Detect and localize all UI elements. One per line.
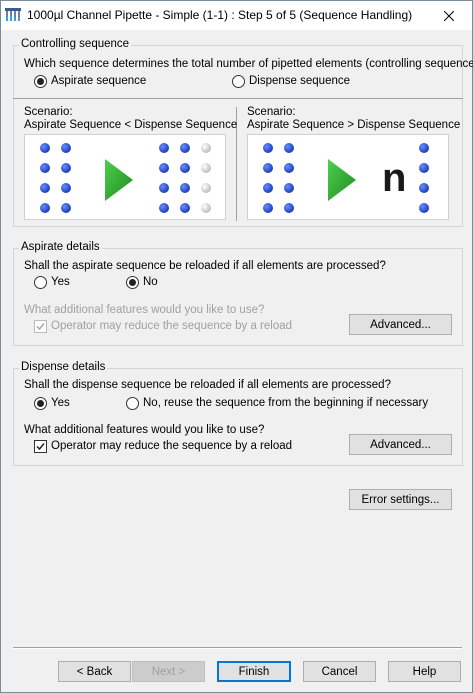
window-title: 1000µl Channel Pipette - Simple (1-1) : … [27, 8, 413, 22]
close-button[interactable] [426, 1, 472, 30]
aspirate-sequence-label[interactable]: Aspirate sequence [51, 75, 146, 87]
dispense-reload-yes-radio[interactable] [34, 397, 47, 410]
dispense-dot-column [419, 143, 429, 213]
aspirate-advanced-button[interactable]: Advanced... [349, 314, 452, 335]
scenario1-description: Aspirate Sequence < Dispense Sequence [24, 119, 238, 131]
dispense-operator-reduce-label[interactable]: Operator may reduce the sequence by a re… [51, 440, 292, 452]
aspirate-reload-yes-radio[interactable] [34, 276, 47, 289]
dispense-sequence-label[interactable]: Dispense sequence [249, 75, 350, 87]
controlling-sequence-legend: Controlling sequence [19, 38, 132, 50]
scenario1-graphic [40, 143, 211, 213]
dispense-features-question: What additional features would you like … [24, 424, 265, 436]
finish-button[interactable]: Finish [217, 661, 291, 682]
scenario1-title: Scenario: [24, 106, 73, 118]
scenario2-graphic: n [263, 143, 429, 213]
footer-separator-highlight [13, 648, 462, 649]
repeat-n-symbol: n [382, 156, 406, 200]
aspirate-reload-yes-label[interactable]: Yes [51, 276, 70, 288]
scenario1-image [24, 134, 226, 220]
dispense-reload-question: Shall the dispense sequence be reloaded … [24, 379, 391, 391]
play-arrow-icon [328, 159, 356, 201]
next-button[interactable]: Next > [132, 661, 205, 682]
scenario2-title: Scenario: [247, 106, 296, 118]
help-button[interactable]: Help [388, 661, 461, 682]
scenario2-image: n [247, 134, 449, 220]
scenario2-description: Aspirate Sequence > Dispense Sequence [247, 119, 461, 131]
back-button[interactable]: < Back [58, 661, 131, 682]
dispense-details-legend: Dispense details [19, 361, 108, 373]
cancel-button[interactable]: Cancel [303, 661, 376, 682]
checkmark-icon [36, 323, 45, 331]
play-arrow-icon [105, 159, 133, 201]
aspirate-features-question: What additional features would you like … [24, 304, 265, 316]
aspirate-reload-question: Shall the aspirate sequence be reloaded … [24, 260, 386, 272]
error-settings-button[interactable]: Error settings... [349, 489, 452, 510]
aspirate-operator-reduce-checkbox[interactable] [34, 320, 47, 333]
aspirate-dot-grid [263, 143, 294, 213]
dispense-operator-reduce-checkbox[interactable] [34, 440, 47, 453]
pipette-app-icon [5, 8, 21, 21]
scenario-separator-top [13, 98, 463, 99]
dispense-reload-no-label[interactable]: No, reuse the sequence from the beginnin… [143, 397, 428, 409]
aspirate-sequence-radio[interactable] [34, 75, 47, 88]
dispense-reload-yes-label[interactable]: Yes [51, 397, 70, 409]
title-bar: 1000µl Channel Pipette - Simple (1-1) : … [1, 1, 472, 30]
aspirate-operator-reduce-label: Operator may reduce the sequence by a re… [51, 320, 293, 332]
controlling-question: Which sequence determines the total numb… [24, 58, 473, 70]
aspirate-reload-no-radio[interactable] [126, 276, 139, 289]
dispense-sequence-radio[interactable] [232, 75, 245, 88]
dispense-advanced-button[interactable]: Advanced... [349, 434, 452, 455]
aspirate-details-legend: Aspirate details [19, 241, 102, 253]
wizard-window: 1000µl Channel Pipette - Simple (1-1) : … [0, 0, 473, 693]
close-icon [444, 10, 454, 21]
dispense-dot-grid [159, 143, 211, 213]
aspirate-reload-no-label[interactable]: No [143, 276, 158, 288]
checkmark-icon [36, 443, 45, 451]
dispense-reload-no-radio[interactable] [126, 397, 139, 410]
aspirate-dot-grid [40, 143, 71, 213]
